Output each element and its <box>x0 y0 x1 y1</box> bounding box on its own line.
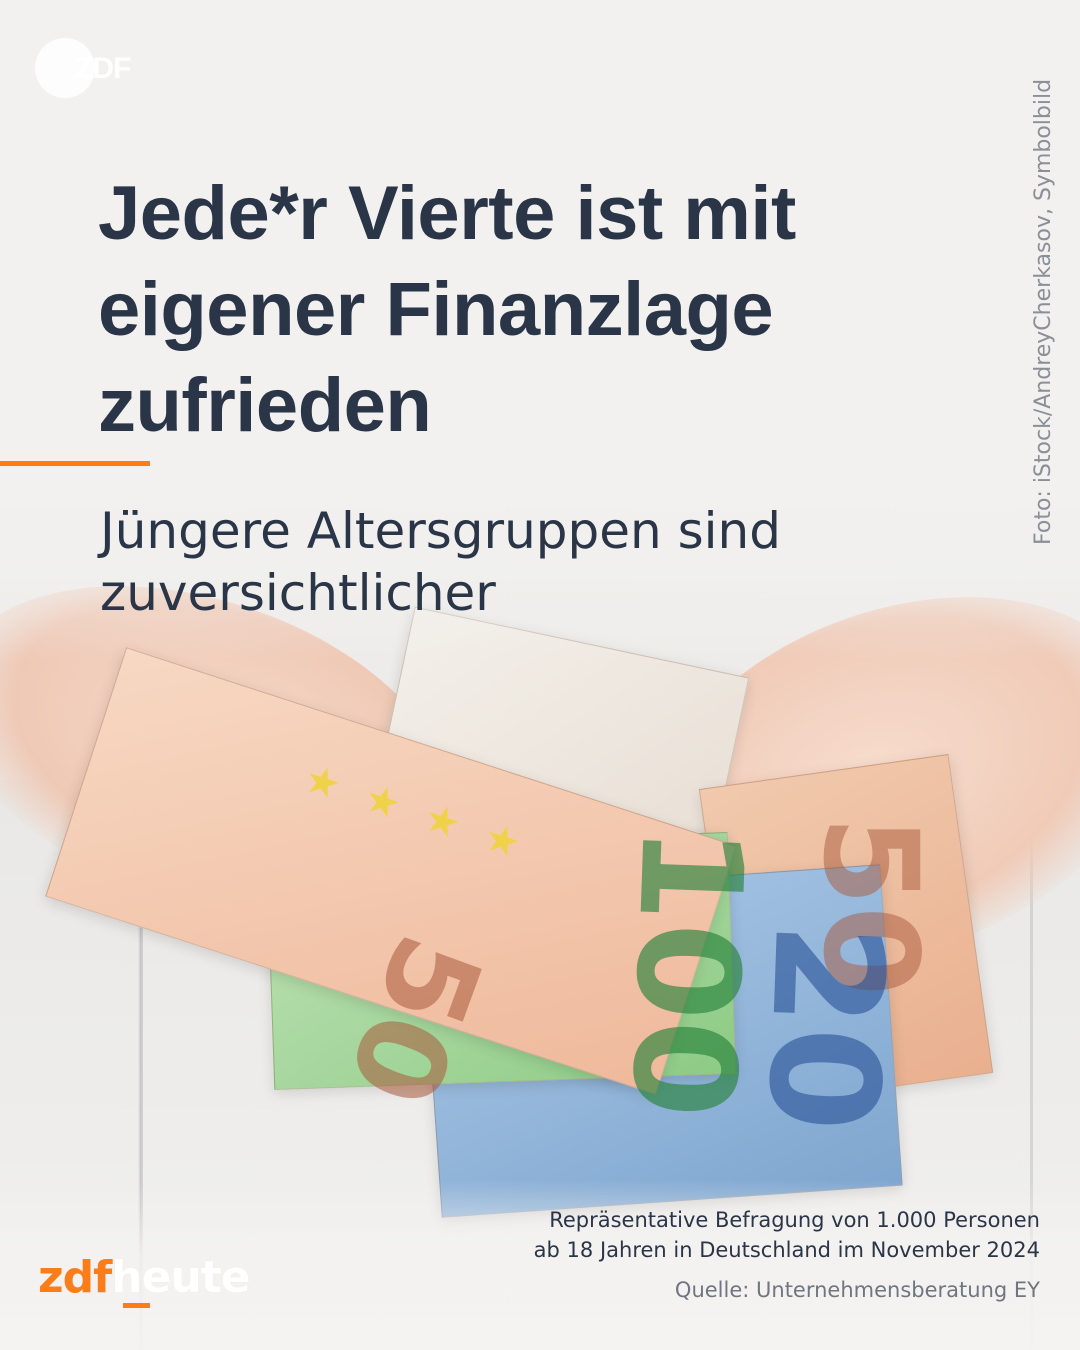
headline: Jede*r Vierte ist mit eigener Finanzlage… <box>98 171 796 448</box>
photo-credit: Foto: iStock/AndreyCherkasov, Symbolbild <box>1031 78 1056 545</box>
banknote-value: 100 <box>599 822 773 1121</box>
subline: Jüngere Altersgruppen sind zuversichtlic… <box>100 502 781 622</box>
zdf-logo-icon: ZDF <box>35 38 145 100</box>
infographic-card: 50 20 100 50 ★ ★ ★ ★ ZDF Jede*r Vierte i… <box>0 0 1080 1350</box>
survey-note-line1: Repräsentative Befragung von 1.000 Perso… <box>549 1208 1040 1232</box>
zdf-logo-text: ZDF <box>75 52 131 85</box>
footer-info: Repräsentative Befragung von 1.000 Perso… <box>534 1205 1040 1305</box>
accent-divider <box>0 461 150 466</box>
brand-underline <box>123 1303 150 1308</box>
brand-zdf: zdf <box>38 1252 112 1303</box>
survey-note-line2: ab 18 Jahren in Deutschland im November … <box>533 1238 1040 1262</box>
source-note: Quelle: Unternehmensberatung EY <box>674 1278 1040 1302</box>
brand-heute: heute <box>111 1252 250 1303</box>
zdfheute-logo: zdfheute <box>38 1252 251 1303</box>
